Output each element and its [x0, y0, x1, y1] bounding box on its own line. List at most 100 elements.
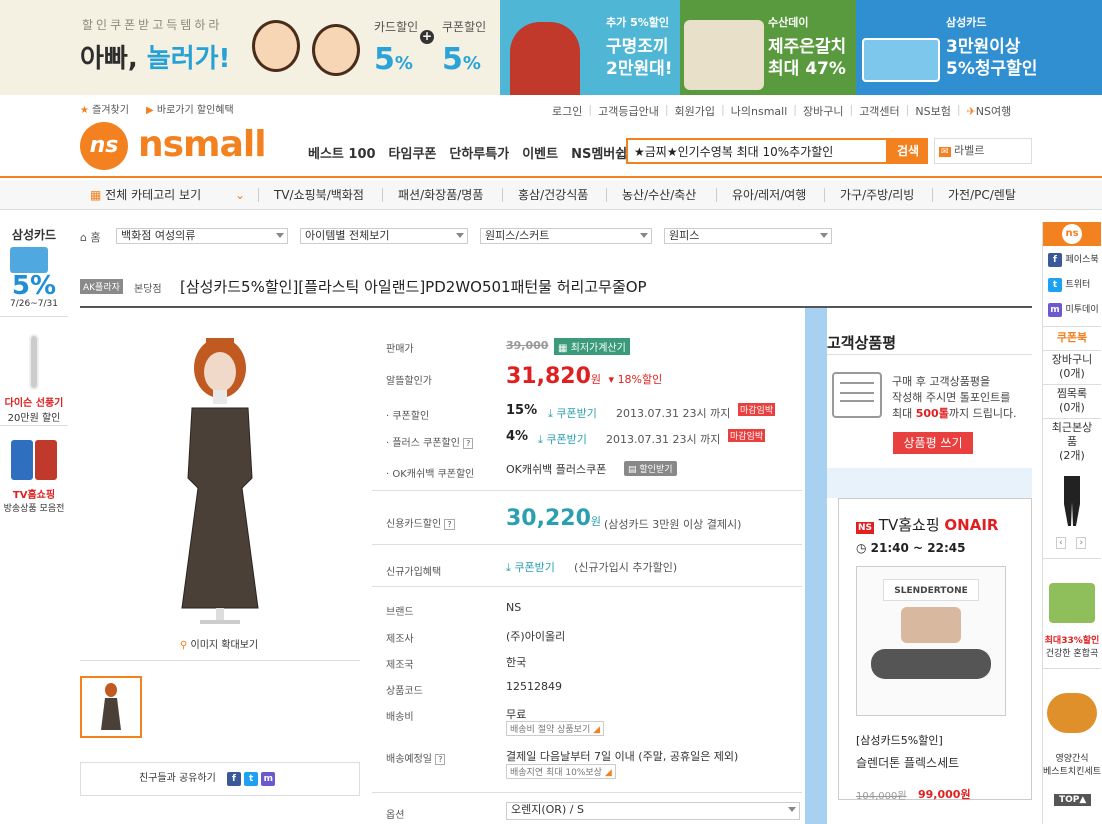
quick-ad-grain[interactable]: 최대33%할인 건강한 혼합곡 — [1043, 558, 1101, 664]
price-calculator-button[interactable]: ▦ 최저가계산기 — [554, 338, 630, 355]
cat-baby[interactable]: 유아/레저/여행 — [732, 180, 806, 210]
grain-image — [1049, 583, 1095, 623]
nav-event[interactable]: 이벤트 — [522, 143, 558, 162]
eta-compensation-link[interactable]: 배송지연 최대 10%보상 ◢ — [506, 764, 616, 779]
cat-living[interactable]: 가구/주방/리빙 — [840, 180, 914, 210]
grid-icon: ▦ — [90, 188, 102, 202]
quick-twitter[interactable]: t 트위터 — [1044, 277, 1102, 292]
favorite-link[interactable]: ★ 즐겨찾기 — [80, 101, 129, 116]
mypage-link[interactable]: 나의nsmall — [731, 103, 788, 119]
chevron-down-icon: ⌄ — [234, 188, 246, 202]
eta-value: 결제일 다음날부터 7일 이내 (주말, 공휴일은 제외) — [506, 750, 739, 763]
quick-cart[interactable]: 장바구니 (0개) — [1043, 350, 1101, 381]
quick-ad-chicken[interactable]: 영양간식 베스트치킨세트 — [1043, 668, 1101, 778]
quick-coupon-book[interactable]: 쿠폰북 — [1043, 326, 1101, 345]
me2day-icon: m — [1048, 303, 1062, 317]
grade-link[interactable]: 고객등급안내 — [598, 103, 659, 119]
original-price: 39,000 — [506, 339, 549, 352]
search-button[interactable]: 검색 — [888, 138, 928, 164]
help-icon[interactable]: ? — [444, 519, 455, 530]
write-review-button[interactable]: 상품평 쓰기 — [893, 432, 973, 454]
tv-product-name[interactable]: 슬렌더톤 플렉스세트 — [856, 754, 959, 771]
tv-title: NS TV홈쇼핑 ONAIR — [856, 516, 999, 534]
top-banner[interactable]: 할인쿠폰받고득템하라 아빠, 놀러가! 카드할인 5% + 쿠폰할인 5% 추가… — [0, 0, 1102, 95]
next-arrow-icon[interactable]: › — [1076, 537, 1087, 549]
card-price: 30,220원 — [506, 506, 602, 531]
nav-timecoupon[interactable]: 타임쿠폰 — [389, 143, 437, 162]
recent-item-thumbnail[interactable] — [1062, 474, 1082, 528]
me2day-icon[interactable]: m — [261, 772, 276, 786]
quick-wishlist[interactable]: 찜목록 (0개) — [1043, 384, 1101, 415]
label-box[interactable]: ✉ 라벨르 — [934, 138, 1032, 164]
quick-me2day[interactable]: m 미투데이 — [1044, 302, 1102, 317]
signup-link[interactable]: 회원가입 — [675, 103, 715, 119]
arrow-icon: ◢ — [593, 725, 601, 735]
up-arrow-icon: ▲ — [1079, 795, 1087, 805]
left-fan-promo[interactable]: 다이슨 선풍기 20만원 할인 — [0, 330, 68, 426]
breadcrumb-home[interactable]: ⌂ 홈 — [80, 229, 101, 245]
zoom-button[interactable]: ⚲ 이미지 확대보기 — [180, 636, 258, 651]
all-category-button[interactable]: ▦ 전체 카테고리 보기 ⌄ — [90, 180, 245, 210]
dropdown-arrow-icon — [456, 233, 464, 238]
card-discount-label: 신용카드할인 ? — [386, 515, 455, 530]
option-select[interactable]: 오렌지(OR) / S — [506, 802, 800, 820]
share-box: 친구들과 공유하기 f t m — [80, 762, 360, 796]
banner-promo-main[interactable]: 할인쿠폰받고득템하라 아빠, 놀러가! 카드할인 5% + 쿠폰할인 5% — [0, 0, 500, 95]
ok-discount-button[interactable]: ▤ 할인받기 — [624, 461, 677, 476]
cart-link[interactable]: 장바구니 — [803, 103, 843, 119]
cs-link[interactable]: 고객센터 — [859, 103, 899, 119]
help-icon[interactable]: ? — [463, 438, 474, 449]
breadcrumb-select-3[interactable]: 원피스/스커트 — [480, 228, 652, 244]
ship-saving-link[interactable]: 배송비 절약 상품보기 ◢ — [506, 721, 605, 736]
util-menu: 로그인 | 고객등급안내 | 회원가입 | 나의nsmall | 장바구니 | 고객센터 |… — [552, 103, 1012, 119]
prev-arrow-icon[interactable]: ‹ — [1056, 537, 1066, 549]
plus-icon: + — [420, 29, 434, 44]
nav-membership[interactable]: NS멤버쉽 — [571, 143, 627, 162]
cat-electronics[interactable]: 가전/PC/렌탈 — [948, 180, 1016, 210]
coupon2-date: 2013.07.31 23시 까지 — [606, 433, 721, 446]
thumbnail-1[interactable] — [80, 676, 142, 738]
quick-recent[interactable]: 최근본상품 (2개) — [1043, 418, 1101, 463]
twitter-icon[interactable]: t — [244, 772, 259, 786]
login-link[interactable]: 로그인 — [552, 103, 582, 119]
banner-fish[interactable]: 수산데이 제주은갈치 최대 47% — [680, 0, 856, 95]
logo-text[interactable]: nsmall — [138, 124, 267, 165]
nav-best100[interactable]: 베스트 100 — [308, 143, 376, 162]
cat-fashion[interactable]: 패션/화장품/명품 — [398, 180, 483, 210]
arrow-icon: ▶ — [146, 105, 154, 116]
help-icon[interactable]: ? — [435, 754, 446, 765]
new-member-coupon-button[interactable]: ⤓ 쿠폰받기 — [506, 559, 555, 575]
breadcrumb-select-2[interactable]: 아이템별 전체보기 — [300, 228, 468, 244]
quick-logo[interactable]: ns — [1043, 222, 1101, 246]
child-image-1 — [252, 20, 300, 72]
left-card-promo[interactable]: 삼성카드 5% 7/26~7/31 — [0, 222, 68, 317]
banner-samsungcard[interactable]: 삼성카드 3만원이상 5%청구할인 — [856, 0, 1102, 95]
product-image — [80, 308, 360, 648]
cat-tv[interactable]: TV/쇼핑북/백화점 — [274, 180, 364, 210]
ship-value: 무료 — [506, 708, 527, 721]
search-input[interactable]: ★금찌★인기수영복 최대 10%추가할인 — [626, 138, 888, 164]
left-tv-promo[interactable]: TV홈쇼핑 방송상품 모음전 — [0, 436, 68, 526]
cat-health[interactable]: 홍삼/건강식품 — [518, 180, 588, 210]
travel-link[interactable]: ✈NS여행 — [967, 103, 1012, 119]
coupon2-download-button[interactable]: ⤓ 쿠폰받기 — [538, 431, 587, 447]
coupon1-download-button[interactable]: ⤓ 쿠폰받기 — [548, 405, 597, 421]
breadcrumb-select-1[interactable]: 백화점 여성의류 — [116, 228, 288, 244]
product-image-area[interactable] — [80, 308, 360, 658]
cat-food[interactable]: 농산/수산/축산 — [622, 180, 696, 210]
shortcut-link[interactable]: ▶ 바로가기 할인혜택 — [146, 101, 234, 116]
card-image — [862, 38, 940, 82]
review-description: 구매 후 고객상품평을 작성해 주시면 톨포인트를 최대 500톨까지 드립니다… — [892, 375, 1017, 420]
logo-mark[interactable]: ns — [80, 122, 128, 170]
top-button[interactable]: TOP▲ — [1054, 794, 1092, 806]
breadcrumb-select-4[interactable]: 원피스 — [664, 228, 832, 244]
tv-product-image[interactable]: SLENDERTONE — [856, 566, 1006, 716]
coupon2-label: · 플러스 쿠폰할인 ? — [386, 434, 474, 449]
star-icon: ★ — [80, 105, 89, 116]
banner-lifejacket[interactable]: 추가 5%할인 구명조끼 2만원대! — [500, 0, 680, 95]
quick-facebook[interactable]: f 페이스북 — [1044, 252, 1102, 267]
nav-oneday[interactable]: 단하루특가 — [449, 143, 509, 162]
insurance-link[interactable]: NS보험 — [915, 103, 950, 119]
facebook-icon[interactable]: f — [226, 772, 241, 786]
card-icon — [10, 247, 48, 273]
